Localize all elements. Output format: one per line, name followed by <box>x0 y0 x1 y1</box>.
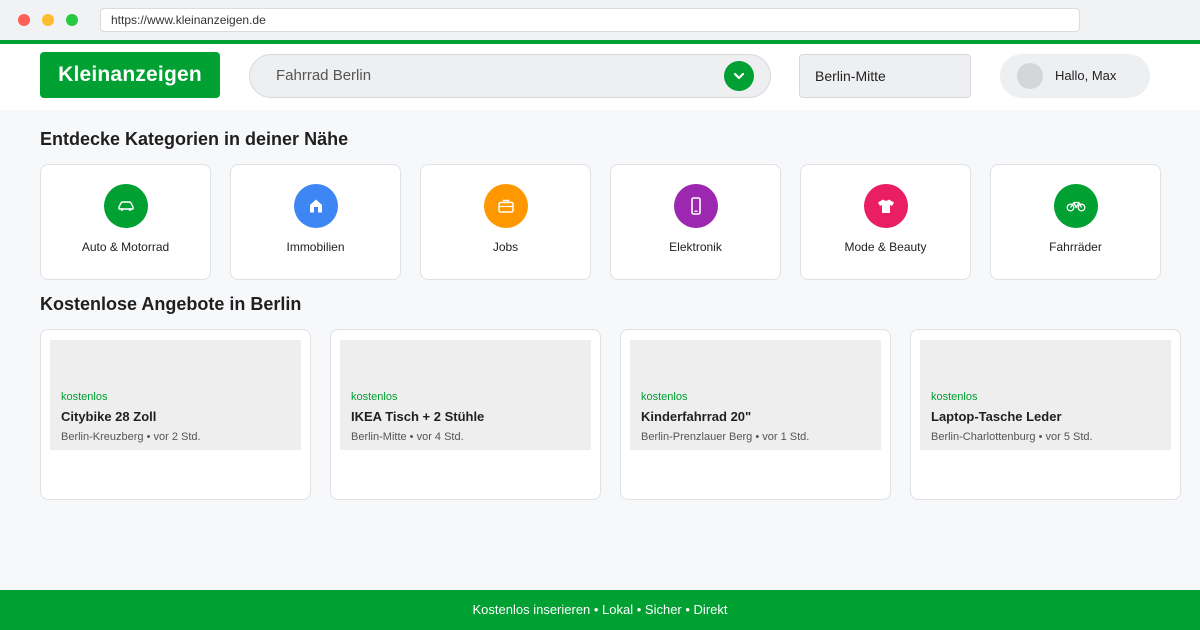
window-close-dot[interactable] <box>18 14 30 26</box>
category-label: Auto & Motorrad <box>81 240 170 254</box>
phone-icon <box>674 184 718 228</box>
search-field[interactable]: Fahrrad Berlin <box>249 54 771 98</box>
category-label: Fahrräder <box>1049 240 1102 254</box>
offer-badge: kostenlos <box>641 391 688 403</box>
offers-title: Kostenlose Angebote in Berlin <box>40 294 302 314</box>
address-bar[interactable]: https://www.kleinanzeigen.de <box>100 8 1080 32</box>
offer-list: kostenlos Citybike 28 Zoll Berlin-Kreuzb… <box>40 329 1181 500</box>
offer-card[interactable]: kostenlos IKEA Tisch + 2 Stühle Berlin-M… <box>330 329 601 500</box>
offer-title[interactable]: Laptop-Tasche Leder <box>931 409 1062 424</box>
site-header: Kleinanzeigen Fahrrad Berlin Berlin-Mitt… <box>0 44 1200 110</box>
offer-meta: Berlin-Kreuzberg • vor 2 Std. <box>61 431 201 443</box>
chevron-down-icon <box>733 72 745 80</box>
offer-meta: Berlin-Charlottenburg • vor 5 Std. <box>931 431 1093 443</box>
offer-meta: Berlin-Mitte • vor 4 Std. <box>351 431 464 443</box>
category-label: Immobilien <box>286 240 345 254</box>
offer-title[interactable]: Citybike 28 Zoll <box>61 409 156 424</box>
browser-chrome: https://www.kleinanzeigen.de <box>0 0 1200 40</box>
offer-badge: kostenlos <box>351 391 398 403</box>
category-card-immobilien[interactable]: Immobilien <box>230 164 401 280</box>
search-input[interactable]: Fahrrad Berlin <box>276 55 371 97</box>
house-icon <box>294 184 338 228</box>
car-icon <box>104 184 148 228</box>
shirt-icon <box>864 184 908 228</box>
category-label: Elektronik <box>669 240 722 254</box>
location-field[interactable]: Berlin-Mitte <box>799 54 971 98</box>
offer-card[interactable]: kostenlos Kinderfahrrad 20" Berlin-Prenz… <box>620 329 891 500</box>
search-button[interactable] <box>724 61 754 91</box>
offer-meta: Berlin-Prenzlauer Berg • vor 1 Std. <box>641 431 810 443</box>
site-footer: Kostenlos inserieren • Lokal • Sicher • … <box>0 590 1200 630</box>
category-grid: Auto & Motorrad Immobilien Jobs Elektron… <box>40 164 1161 280</box>
briefcase-icon <box>484 184 528 228</box>
category-card-mode[interactable]: Mode & Beauty <box>800 164 971 280</box>
category-card-elektronik[interactable]: Elektronik <box>610 164 781 280</box>
window-maximize-dot[interactable] <box>66 14 78 26</box>
category-card-fahrraeder[interactable]: Fahrräder <box>990 164 1161 280</box>
categories-title: Entdecke Kategorien in deiner Nähe <box>40 129 349 149</box>
offer-badge: kostenlos <box>931 391 978 403</box>
offer-title[interactable]: IKEA Tisch + 2 Stühle <box>351 409 484 424</box>
offer-card[interactable]: kostenlos Citybike 28 Zoll Berlin-Kreuzb… <box>40 329 311 500</box>
category-card-jobs[interactable]: Jobs <box>420 164 591 280</box>
avatar <box>1017 63 1043 89</box>
offer-badge: kostenlos <box>61 391 108 403</box>
category-label: Jobs <box>492 240 519 254</box>
offer-title[interactable]: Kinderfahrrad 20" <box>641 409 751 424</box>
user-menu[interactable]: Hallo, Max <box>1000 54 1150 98</box>
category-card-auto[interactable]: Auto & Motorrad <box>40 164 211 280</box>
site-logo[interactable]: Kleinanzeigen <box>40 52 220 98</box>
user-greeting: Hallo, Max <box>1055 68 1117 83</box>
bicycle-icon <box>1054 184 1098 228</box>
category-label: Mode & Beauty <box>844 240 927 254</box>
window-minimize-dot[interactable] <box>42 14 54 26</box>
offer-card[interactable]: kostenlos Laptop-Tasche Leder Berlin-Cha… <box>910 329 1181 500</box>
